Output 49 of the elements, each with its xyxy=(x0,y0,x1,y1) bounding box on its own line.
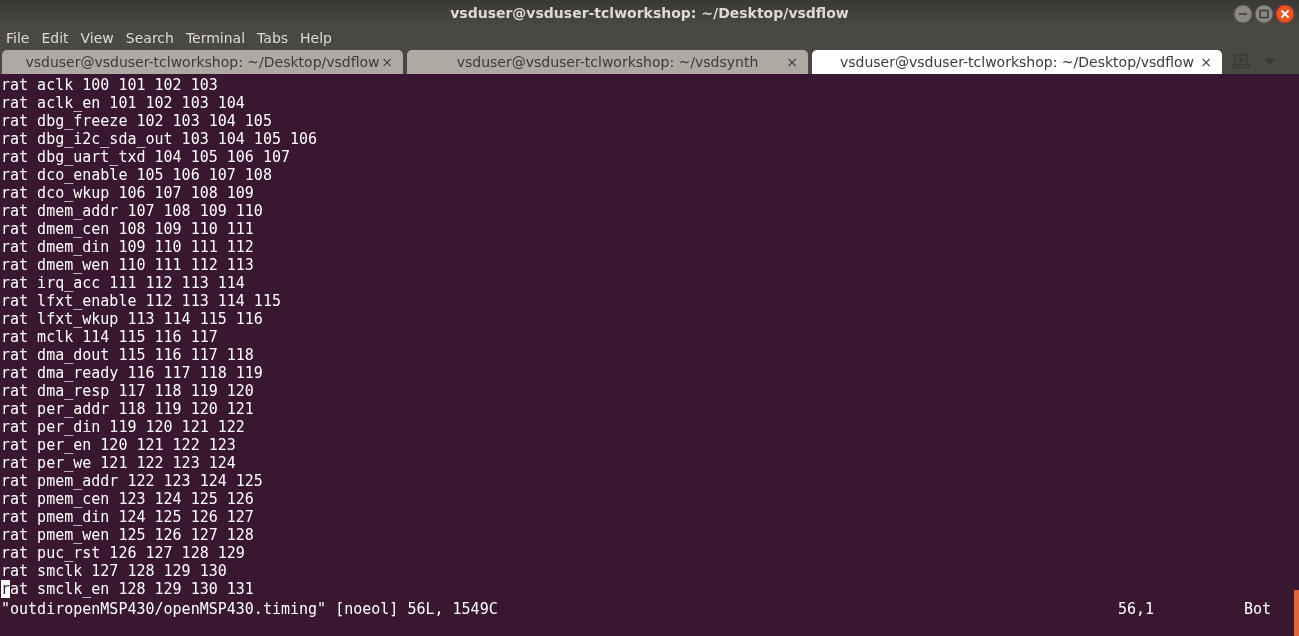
terminal-line: rat pmem_cen 123 124 125 126 xyxy=(0,490,254,508)
window-title: vsduser@vsduser-tclworkshop: ~/Desktop/vsdflow xyxy=(450,4,849,21)
tab-close-button[interactable]: × xyxy=(381,54,393,70)
menu-item[interactable]: Terminal xyxy=(179,29,252,46)
terminal-line: rat dbg_i2c_sda_out 103 104 105 106 xyxy=(0,130,318,148)
menu-item[interactable]: Help xyxy=(294,29,338,46)
terminal-line: rat per_din 119 120 121 122 xyxy=(0,418,245,436)
terminal-line: rat dco_enable 105 106 107 108 xyxy=(0,166,272,184)
terminal-line: rat lfxt_enable 112 113 114 115 xyxy=(0,292,281,310)
terminal-tab[interactable]: vsduser@vsduser-tclworkshop: ~/Desktop/vsdflow× xyxy=(2,50,403,74)
terminal-line: rat dco_wkup 106 107 108 109 xyxy=(0,184,254,202)
terminal-line: rat aclk_en 101 102 103 104 xyxy=(0,94,245,112)
terminal-line: rat smclk_en 128 129 130 131 xyxy=(0,580,254,598)
cursor-position: 56,1 xyxy=(1118,600,1156,618)
menu-item[interactable]: File xyxy=(0,29,36,46)
menu-item[interactable]: Edit xyxy=(35,29,75,46)
terminal-line: rat dbg_uart_txd 104 105 106 107 xyxy=(0,148,290,166)
terminal-line: rat dma_dout 115 116 117 118 xyxy=(0,346,254,364)
minimize-icon[interactable] xyxy=(1233,4,1253,24)
terminal-line: rat per_addr 118 119 120 121 xyxy=(0,400,254,418)
terminal-line: rat pmem_wen 125 126 127 128 xyxy=(0,526,254,544)
terminal-tab[interactable]: vsduser@vsduser-tclworkshop: ~/Desktop/vsdflow × xyxy=(812,50,1222,74)
terminal-line: rat dmem_wen 110 111 112 113 xyxy=(0,256,254,274)
terminal-line: rat smclk 127 128 129 130 xyxy=(0,562,227,580)
terminal-line: rat pmem_din 124 125 126 127 xyxy=(0,508,254,526)
menu-item[interactable]: Search xyxy=(119,29,180,46)
terminal-line: rat dbg_freeze 102 103 104 105 xyxy=(0,112,272,130)
terminal-line: rat dma_resp 117 118 119 120 xyxy=(0,382,254,400)
terminal-tab[interactable]: vsduser@vsduser-tclworkshop: ~/vsdsynth × xyxy=(407,50,808,74)
scroll-position: Bot xyxy=(1244,600,1272,618)
terminal-line: rat mclk 114 115 116 117 xyxy=(0,328,218,346)
terminal-line: rat irq_acc 111 112 113 114 xyxy=(0,274,245,292)
terminal-line: rat puc_rst 126 127 128 129 xyxy=(0,544,245,562)
terminal-line: rat aclk 100 101 102 103 xyxy=(0,76,218,94)
menu-item[interactable]: Tabs xyxy=(251,29,295,46)
tab-close-button[interactable]: × xyxy=(786,54,798,70)
tab-close-button[interactable]: × xyxy=(1200,54,1212,70)
terminal-line: rat lfxt_wkup 113 114 115 116 xyxy=(0,310,263,328)
terminal-line: rat dma_ready 116 117 118 119 xyxy=(0,364,263,382)
terminal-line: rat per_en 120 121 122 123 xyxy=(0,436,236,454)
terminal-line: rat per_we 121 122 123 124 xyxy=(0,454,236,472)
terminal-line: rat dmem_cen 108 109 110 111 xyxy=(0,220,254,238)
menu-item[interactable]: View xyxy=(74,29,120,46)
terminal-line: rat dmem_din 109 110 111 112 xyxy=(0,238,254,256)
scrollbar-thumb[interactable] xyxy=(1294,590,1299,636)
terminal-line: rat dmem_addr 107 108 109 110 xyxy=(0,202,263,220)
close-icon[interactable] xyxy=(1275,4,1295,24)
terminal-line: rat pmem_addr 122 123 124 125 xyxy=(0,472,263,490)
status-message: "outdiropenMSP430/openMSP430.timing" [noeol] 56L, 1549C xyxy=(1,600,499,618)
